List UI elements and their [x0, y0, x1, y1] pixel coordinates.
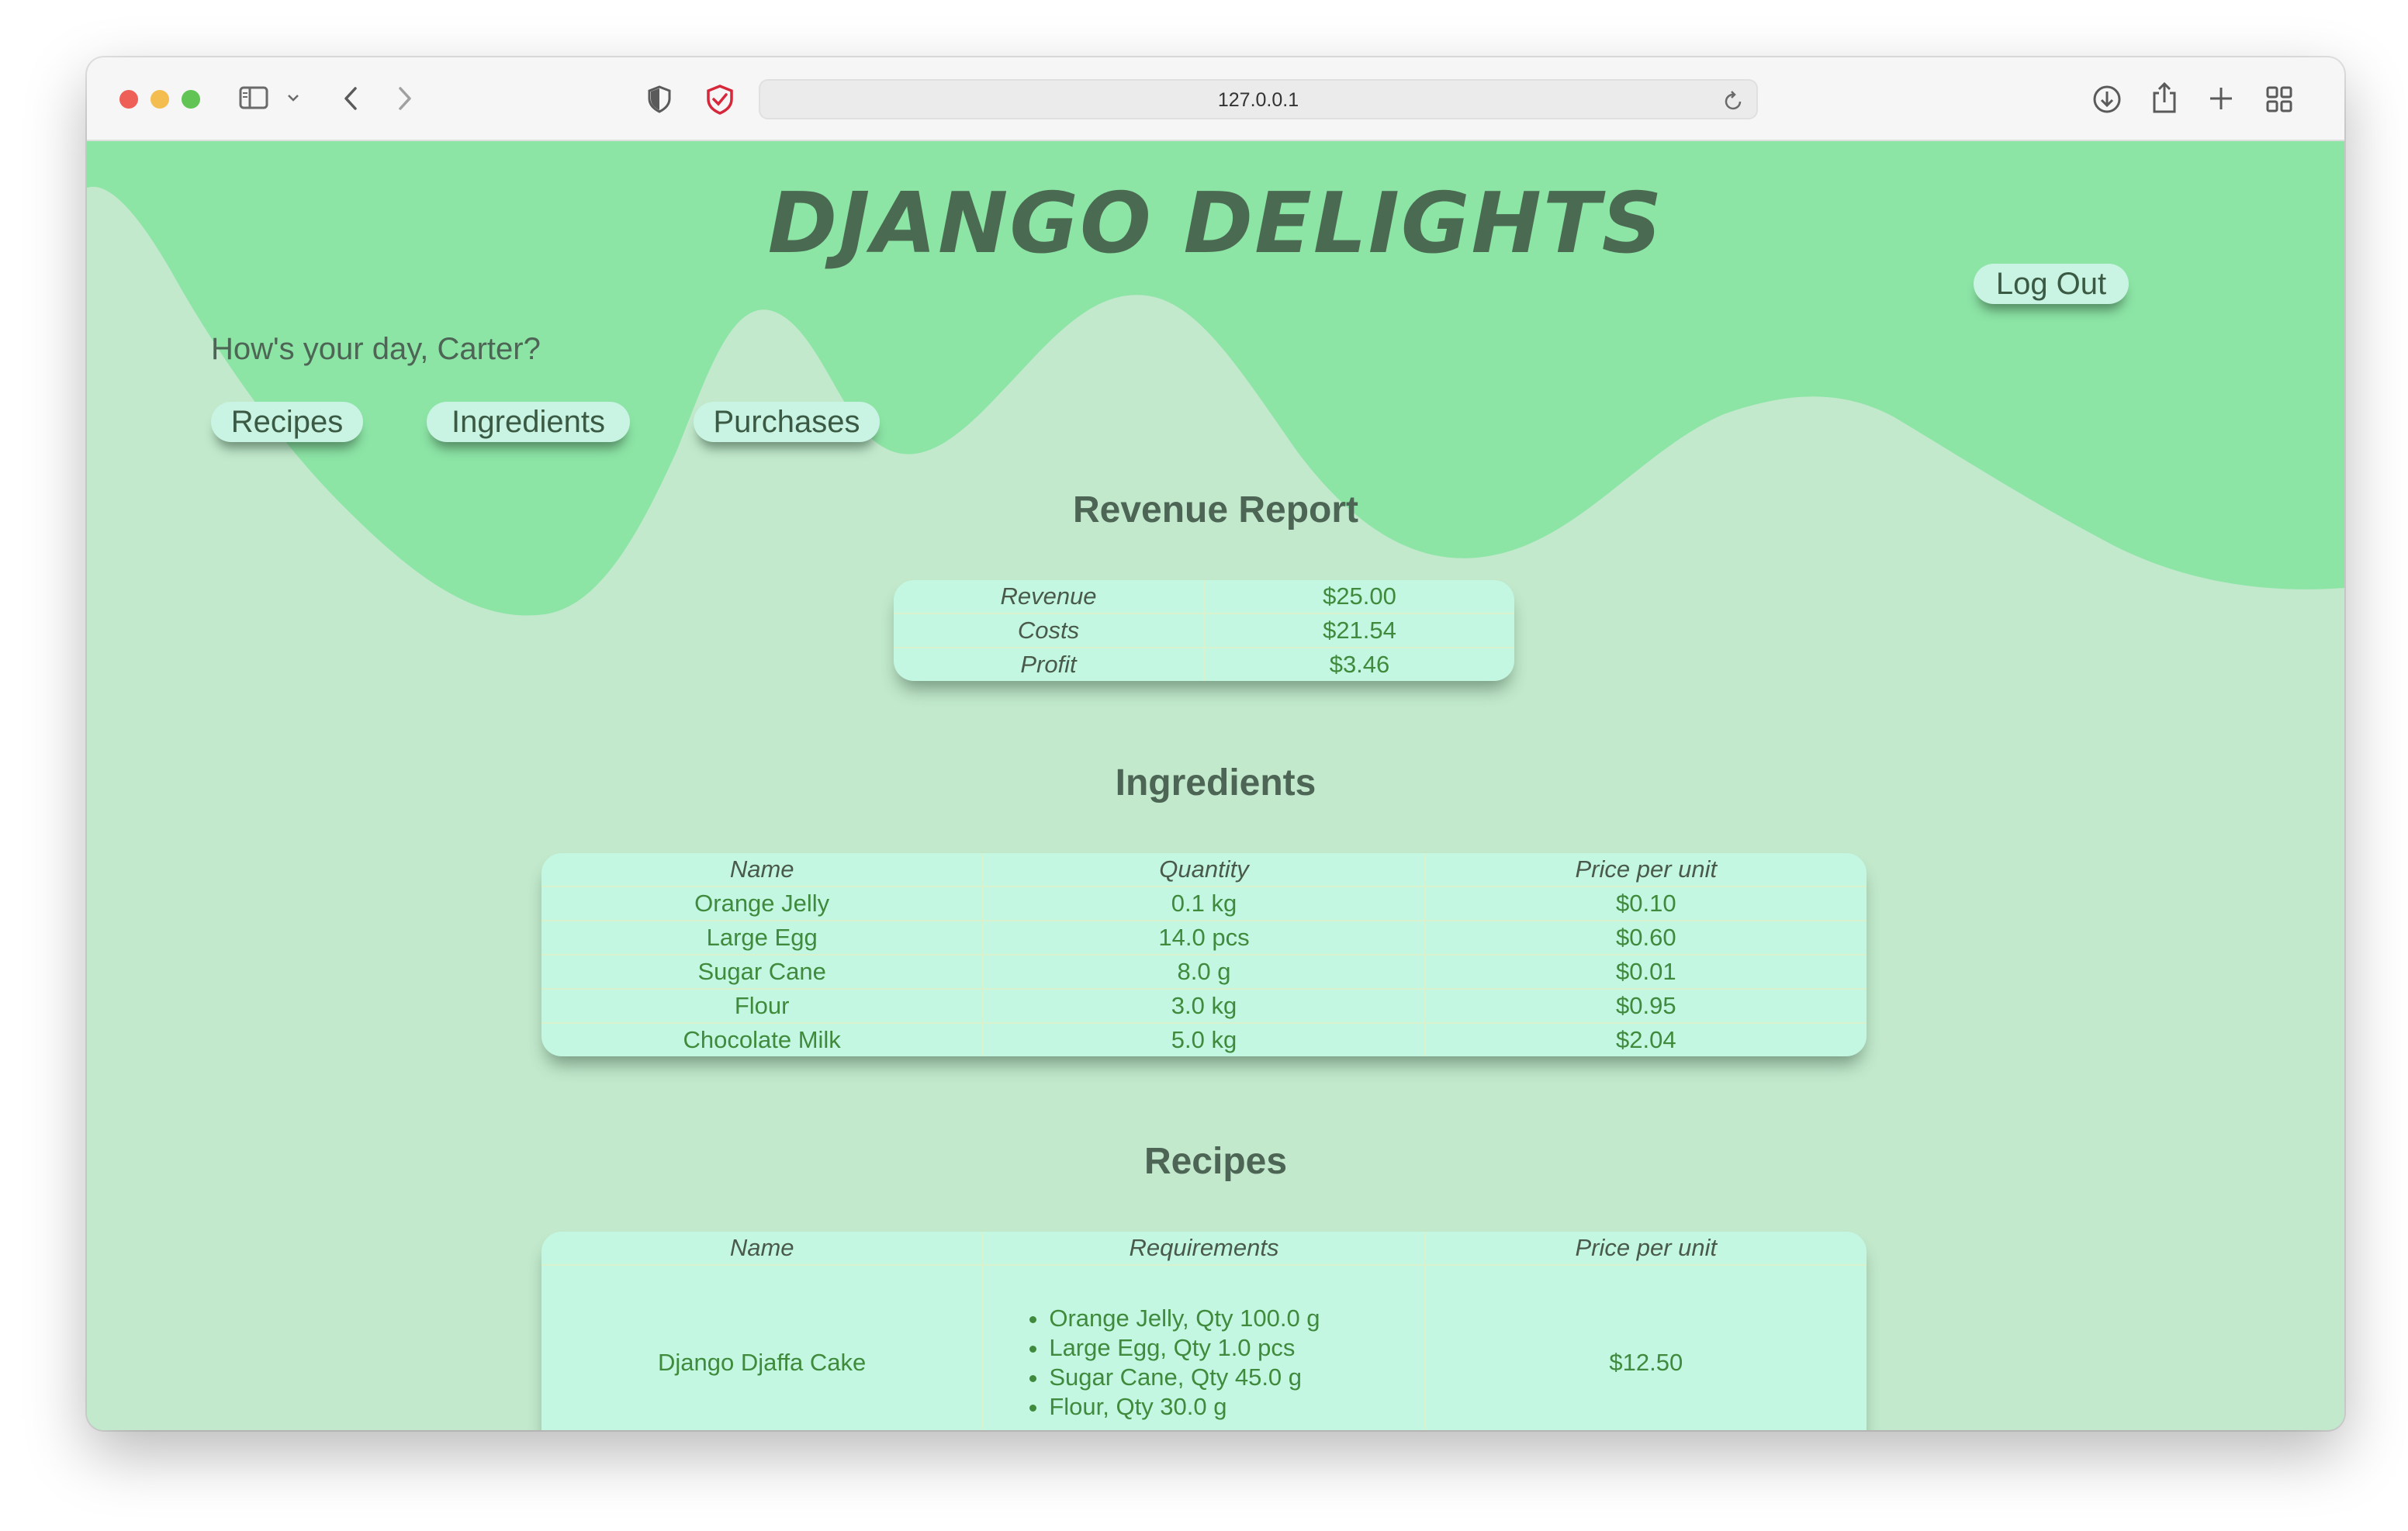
ingredient-name: Large Egg [541, 920, 984, 956]
list-item: Large Egg, Qty 1.0 pcs [1049, 1333, 1424, 1363]
table-row: Chocolate Milk 5.0 kg $2.04 [541, 1022, 1867, 1056]
new-tab-icon[interactable] [2208, 85, 2234, 112]
chevron-down-icon[interactable] [287, 93, 299, 102]
ingredient-quantity: 0.1 kg [982, 886, 1426, 921]
table-row: Profit $3.46 [894, 647, 1514, 681]
table-row: Revenue $25.00 [894, 580, 1514, 614]
revenue-value: $25.00 [1203, 580, 1514, 614]
nav-recipes-button[interactable]: Recipes [211, 402, 363, 442]
greeting-text: How's your day, Carter? [211, 332, 541, 366]
ingredient-quantity: 14.0 pcs [982, 920, 1426, 956]
nav-ingredients-button[interactable]: Ingredients [427, 402, 630, 442]
back-arrow-icon[interactable] [341, 85, 360, 112]
ingredient-price: $0.60 [1424, 920, 1867, 956]
privacy-shield-icon[interactable] [647, 85, 672, 113]
list-item: Orange Jelly, Qty 100.0 g [1049, 1304, 1424, 1333]
browser-toolbar: 127.0.0.1 [87, 57, 2344, 141]
list-item: Sugar Cane, Qty 45.0 g [1049, 1363, 1424, 1392]
revenue-table: Revenue $25.00 Costs $21.54 Profit $3.46 [894, 580, 1514, 681]
ingredients-title: Ingredients [1115, 762, 1316, 804]
ingredient-quantity: 8.0 g [982, 954, 1426, 990]
column-header-price: Price per unit [1424, 1232, 1867, 1266]
table-row: Orange Jelly 0.1 kg $0.10 [541, 886, 1867, 921]
forward-arrow-icon[interactable] [396, 85, 414, 112]
recipes-title: Recipes [1143, 1141, 1288, 1182]
logout-button[interactable]: Log Out [1974, 264, 2129, 304]
maximize-window-button[interactable] [182, 90, 200, 109]
address-bar[interactable]: 127.0.0.1 [759, 79, 1758, 119]
table-row: Django Djaffa Cake Orange Jelly, Qty 100… [541, 1264, 1867, 1430]
url-text: 127.0.0.1 [1217, 89, 1299, 111]
recipe-name: Django Djaffa Cake [541, 1264, 984, 1430]
ingredient-quantity: 3.0 kg [982, 988, 1426, 1024]
ingredient-price: $0.01 [1424, 954, 1867, 990]
site-logo[interactable]: DJANGO DELIGHTS [87, 175, 2344, 272]
adblock-shield-icon[interactable] [704, 84, 735, 115]
column-header-quantity: Quantity [982, 853, 1426, 887]
column-header-name: Name [541, 853, 984, 887]
ingredient-name: Sugar Cane [541, 954, 984, 990]
costs-label: Costs [894, 613, 1205, 648]
recipe-requirements: Orange Jelly, Qty 100.0 g Large Egg, Qty… [982, 1264, 1426, 1430]
nav-purchases-button[interactable]: Purchases [694, 402, 880, 442]
requirements-list: Orange Jelly, Qty 100.0 g Large Egg, Qty… [984, 1304, 1424, 1422]
share-icon[interactable] [2150, 81, 2178, 115]
ingredient-price: $0.10 [1424, 886, 1867, 921]
ingredient-price: $2.04 [1424, 1022, 1867, 1056]
table-header-row: Name Quantity Price per unit [541, 853, 1867, 887]
close-window-button[interactable] [119, 90, 138, 109]
sidebar-toggle-icon[interactable] [239, 85, 270, 110]
ingredient-name: Orange Jelly [541, 886, 984, 921]
ingredient-name: Flour [541, 988, 984, 1024]
profit-value: $3.46 [1203, 647, 1514, 681]
reload-icon[interactable] [1724, 90, 1744, 115]
recipes-table: Name Requirements Price per unit Django … [541, 1232, 1867, 1430]
column-header-name: Name [541, 1232, 984, 1266]
web-page: DJANGO DELIGHTS Log Out How's your day, … [87, 141, 2344, 1430]
tab-overview-icon[interactable] [2265, 85, 2293, 113]
table-row: Flour 3.0 kg $0.95 [541, 988, 1867, 1024]
costs-value: $21.54 [1203, 613, 1514, 648]
ingredients-table: Name Quantity Price per unit Orange Jell… [541, 853, 1867, 1056]
ingredient-price: $0.95 [1424, 988, 1867, 1024]
ingredient-quantity: 5.0 kg [982, 1022, 1426, 1056]
table-row: Sugar Cane 8.0 g $0.01 [541, 954, 1867, 990]
ingredient-name: Chocolate Milk [541, 1022, 984, 1056]
recipe-price: $12.50 [1424, 1264, 1867, 1430]
minimize-window-button[interactable] [150, 90, 169, 109]
column-header-price: Price per unit [1424, 853, 1867, 887]
column-header-requirements: Requirements [982, 1232, 1426, 1266]
revenue-label: Revenue [894, 580, 1205, 614]
table-row: Large Egg 14.0 pcs $0.60 [541, 920, 1867, 956]
profit-label: Profit [894, 647, 1205, 681]
table-row: Costs $21.54 [894, 613, 1514, 648]
browser-window: 127.0.0.1 DJANGO DELIGHTS Log Out How's … [87, 57, 2344, 1430]
revenue-report-title: Revenue Report [1072, 489, 1359, 530]
table-header-row: Name Requirements Price per unit [541, 1232, 1867, 1266]
list-item: Flour, Qty 30.0 g [1049, 1392, 1424, 1422]
download-icon[interactable] [2091, 84, 2123, 115]
